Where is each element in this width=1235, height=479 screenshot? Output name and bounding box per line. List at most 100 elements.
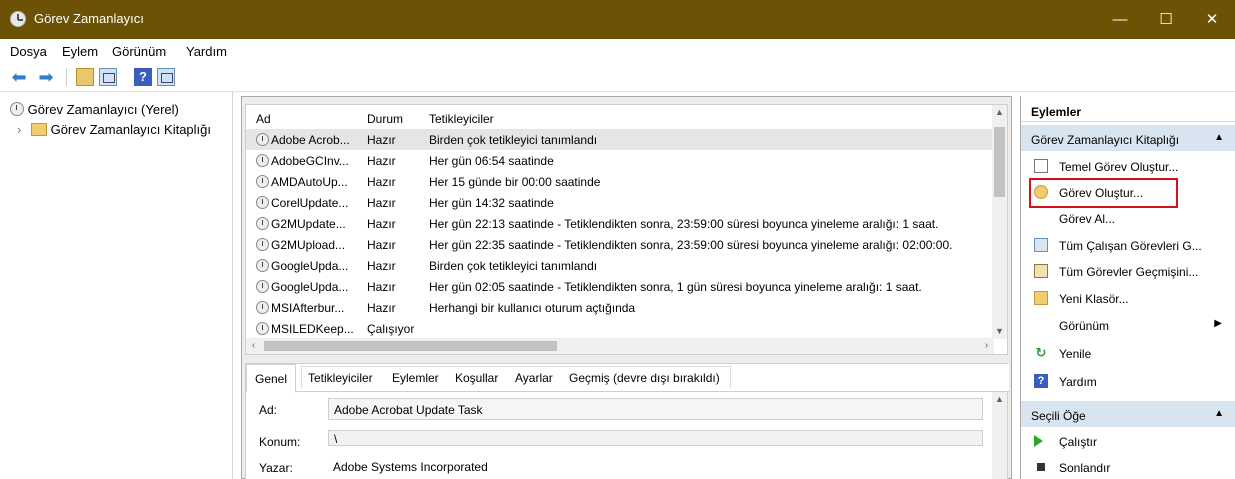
task-status-cell: Hazır [367,196,396,210]
folder-icon [1034,291,1048,305]
column-header-status[interactable]: Durum [367,112,403,126]
menu-help[interactable]: Yardım [186,44,227,59]
action-import-task[interactable]: Görev Al... [1021,205,1235,231]
tab-conditions[interactable]: Koşullar [455,371,498,385]
tree-item-library[interactable]: › Görev Zamanlayıcı Kitaplığı [17,122,211,142]
task-trigger-cell: Her gün 22:35 saatinde - Tetiklendikten … [429,238,953,252]
clock-icon [256,238,269,251]
action-label: Yeni Klasör... [1059,292,1129,306]
action-label: Sonlandır [1059,461,1111,475]
table-row[interactable]: AMDAutoUp... Hazır Her 15 günde bir 00:00 … [246,171,994,192]
task-list-vertical-scrollbar[interactable]: ▲ ▼ [992,105,1007,339]
clock-icon [256,322,269,335]
location-field[interactable]: \ [328,430,983,446]
task-name-cell: G2MUpload... [256,238,366,252]
clock-icon [256,301,269,314]
forward-icon[interactable]: ➡ [37,68,55,86]
task-trigger-cell: Her 15 günde bir 00:00 saatinde [429,175,601,189]
tab-actions[interactable]: Eylemler [392,371,439,385]
name-field[interactable]: Adobe Acrobat Update Task [328,398,983,420]
clock-icon [256,133,269,146]
section-label: Görev Zamanlayıcı Kitaplığı [1031,133,1180,147]
play-icon [1034,435,1043,447]
navigation-tree: Görev Zamanlayıcı (Yerel) › Görev Zamanl… [0,92,233,479]
task-name-cell: Adobe Acrob... [256,133,366,147]
library-section-header[interactable]: Görev Zamanlayıcı Kitaplığı ▲ [1021,125,1235,151]
task-status-cell: Hazır [367,238,396,252]
show-hide-tree-icon[interactable] [99,68,117,86]
up-folder-icon[interactable] [76,68,94,86]
refresh-icon: ↻ [1035,345,1047,360]
section-label: Seçili Öğe [1031,409,1086,423]
selected-item-section-header[interactable]: Seçili Öğe ▲ [1021,401,1235,427]
detail-vertical-scrollbar[interactable]: ▲ [992,392,1007,479]
task-name-cell: GoogleUpda... [256,280,366,294]
action-run[interactable]: Çalıştır [1021,428,1235,454]
scroll-up-icon[interactable]: ▲ [992,392,1007,407]
action-label: Temel Görev Oluştur... [1059,160,1179,174]
table-row[interactable]: G2MUpdate... Hazır Her gün 22:13 saatinde … [246,213,994,234]
action-end[interactable]: Sonlandır [1021,454,1235,479]
scroll-up-icon[interactable]: ▲ [992,105,1007,120]
collapse-icon[interactable]: ▲ [1214,132,1224,143]
action-label: Görünüm [1059,319,1110,333]
task-name: CorelUpdate... [271,196,349,210]
expand-icon[interactable]: › [17,122,21,137]
menu-file[interactable]: Dosya [10,44,47,59]
action-enable-all-history[interactable]: Tüm Görevler Geçmişini... [1021,258,1235,284]
table-row[interactable]: CorelUpdate... Hazır Her gün 14:32 saatind… [246,192,994,213]
action-new-folder[interactable]: Yeni Klasör... [1021,285,1235,311]
scroll-left-icon[interactable]: ‹ [246,338,261,354]
action-help[interactable]: ? Yardım [1021,368,1235,394]
window-title: Görev Zamanlayıcı [34,11,144,26]
column-header-name[interactable]: Ad [256,112,271,126]
folder-clock-icon [30,123,47,136]
tree-item-root[interactable]: Görev Zamanlayıcı (Yerel) [10,102,179,122]
help-icon[interactable]: ? [134,68,152,86]
scroll-thumb[interactable] [994,127,1005,197]
action-label: Yardım [1059,375,1097,389]
action-display-running-tasks[interactable]: Tüm Çalışan Görevleri G... [1021,232,1235,258]
clock-icon [256,175,269,188]
tab-history[interactable]: Geçmiş (devre dışı bırakıldı) [569,371,720,385]
table-row[interactable]: GoogleUpda... Hazır Her gün 02:05 saatinde… [246,276,994,297]
back-icon[interactable]: ⬅ [10,68,28,86]
name-label: Ad: [259,403,278,417]
table-row[interactable]: MSILEDKeep... Çalışıyor [246,318,994,339]
tab-general[interactable]: Genel [246,364,297,393]
table-row[interactable]: G2MUpload... Hazır Her gün 22:35 saatinde … [246,234,994,255]
author-label: Yazar: [259,461,293,475]
task-name-cell: GoogleUpda... [256,259,366,273]
tree-item-label: Görev Zamanlayıcı (Yerel) [27,102,179,117]
toolbar-separator [66,68,67,86]
tab-triggers[interactable]: Tetikleyiciler [308,371,373,385]
highlight-box [1029,178,1178,208]
close-button[interactable]: ✕ [1189,0,1235,39]
action-refresh[interactable]: ↻ Yenile [1021,340,1235,366]
menu-action[interactable]: Eylem [62,44,98,59]
action-create-basic-task[interactable]: Temel Görev Oluştur... [1021,153,1235,179]
task-name-cell: AMDAutoUp... [256,175,366,189]
maximize-button[interactable]: ☐ [1143,0,1189,39]
tab-settings[interactable]: Ayarlar [515,371,553,385]
help-icon: ? [1034,374,1048,388]
table-row[interactable]: MSIAfterbur... Hazır Herhangi bir kullanıc… [246,297,994,318]
table-row[interactable]: Adobe Acrob... Hazır Birden çok tetikleyic… [246,129,994,150]
task-status-cell: Hazır [367,133,396,147]
task-name-cell: AdobeGCInv... [256,154,366,168]
scroll-right-icon[interactable]: › [979,338,994,354]
collapse-icon[interactable]: ▲ [1214,408,1224,419]
action-view[interactable]: Görünüm ▶ [1021,312,1235,338]
show-hide-action-pane-icon[interactable] [157,68,175,86]
menu-bar: Dosya Eylem Görünüm Yardım [0,39,1235,63]
scroll-thumb[interactable] [264,341,557,351]
table-row[interactable]: GoogleUpda... Hazır Birden çok tetikleyici… [246,255,994,276]
minimize-button[interactable]: — [1097,0,1143,39]
table-row[interactable]: AdobeGCInv... Hazır Her gün 06:54 saatinde [246,150,994,171]
task-name: GoogleUpda... [271,259,349,273]
task-list-horizontal-scrollbar[interactable]: ‹ › [246,338,994,354]
scroll-down-icon[interactable]: ▼ [992,324,1007,339]
menu-view[interactable]: Görünüm [112,44,166,59]
task-name: Adobe Acrob... [271,133,350,147]
column-header-triggers[interactable]: Tetikleyiciler [429,112,494,126]
